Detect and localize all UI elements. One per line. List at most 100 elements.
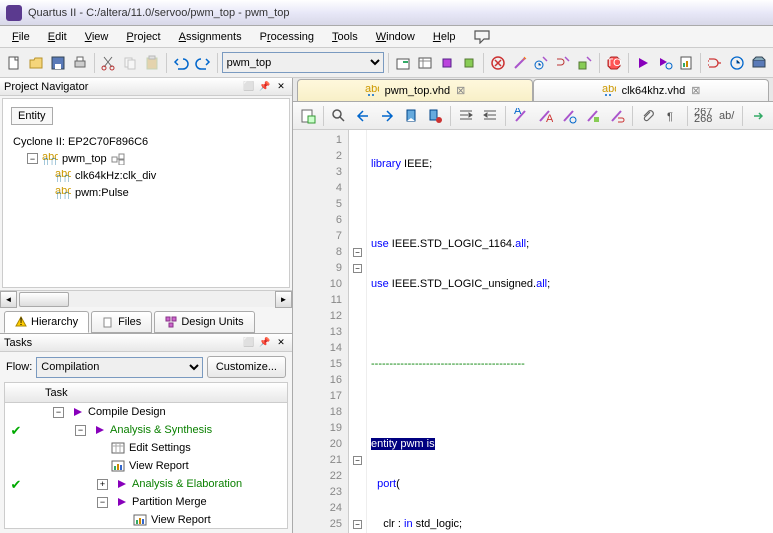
menu-view[interactable]: View [77,29,117,45]
module-select[interactable]: pwm_top [222,52,385,73]
instance-icon [111,153,125,165]
analyze-icon[interactable] [558,105,580,127]
tab-files[interactable]: Files [91,311,152,333]
tree-row[interactable]: abd⎍⎍ pwm:Pulse [13,184,285,201]
scroll-left-icon[interactable]: ◄ [0,291,17,308]
clock-wand-icon[interactable] [531,52,551,74]
close-tab-icon[interactable]: ⊠ [691,84,700,97]
code-content[interactable]: library IEEE; use IEEE.STD_LOGIC_1164.al… [367,130,773,533]
play-icon[interactable] [633,52,653,74]
customize-button[interactable]: Customize... [207,356,286,378]
tree-row[interactable]: − abd⎍⎍ pwm_top [13,150,285,167]
comment-icon[interactable]: A [510,105,532,127]
task-row[interactable]: −Compile Design [5,403,287,421]
remove-icon[interactable] [488,52,508,74]
clock-icon[interactable] [727,52,747,74]
indent-left-icon[interactable] [455,105,477,127]
play-time-icon[interactable] [655,52,675,74]
uncomment-icon[interactable]: A [534,105,556,127]
bookmark-toggle-icon[interactable] [400,105,422,127]
redo-icon[interactable] [193,52,213,74]
report-icon[interactable] [677,52,697,74]
settings-grid-icon [111,442,125,454]
print-icon[interactable] [70,52,90,74]
warning-icon: ! [15,316,27,328]
pin-icon[interactable]: 📌 [258,80,272,94]
svg-text:⎍⎍: ⎍⎍ [55,174,71,182]
pin-planner-icon[interactable] [437,52,457,74]
nav-scrollbar[interactable]: ◄ ► [0,290,292,307]
code-editor[interactable]: 1234567891011121314151617181920212223242… [293,130,773,533]
close-panel-icon[interactable]: ✕ [274,336,288,350]
menu-assignments[interactable]: Assignments [171,29,250,45]
tree-device-row[interactable]: Cyclone II: EP2C70F896C6 [13,133,285,150]
fold-column[interactable]: − − − − [349,130,367,533]
close-panel-icon[interactable]: ✕ [274,80,288,94]
bookmark-clear-icon[interactable] [424,105,446,127]
menu-help[interactable]: Help [425,29,464,45]
svg-text:STOP: STOP [606,57,622,69]
float-icon[interactable]: ⬜ [242,80,256,94]
abc-icon: abd⎍⎍ [55,187,71,199]
menu-tools[interactable]: Tools [324,29,366,45]
menubar: File Edit View Project Assignments Proce… [0,26,773,48]
svg-text:A: A [514,108,522,117]
menu-edit[interactable]: Edit [40,29,75,45]
menu-window[interactable]: Window [368,29,423,45]
synth-icon[interactable] [606,105,628,127]
assignments-icon[interactable] [415,52,435,74]
ab-icon[interactable]: ab/ [716,105,738,127]
menu-project[interactable]: Project [118,29,168,45]
pin-icon[interactable]: 📌 [258,336,272,350]
save-icon[interactable] [48,52,68,74]
open-icon[interactable] [26,52,46,74]
tree-node-label: clk64kHz:clk_div [75,170,156,182]
settings-icon[interactable] [393,52,413,74]
stop-icon[interactable]: STOP [604,52,624,74]
wand-icon[interactable] [510,52,530,74]
cut-icon[interactable] [98,52,118,74]
bookmark-next-icon[interactable] [376,105,398,127]
undo-icon[interactable] [171,52,191,74]
menu-processing[interactable]: Processing [252,29,322,45]
chip-icon[interactable] [459,52,479,74]
vhdl-icon: abd [602,85,616,97]
chip-wand-icon[interactable] [575,52,595,74]
task-row[interactable]: View Report [5,511,287,529]
gate-icon[interactable] [705,52,725,74]
scroll-thumb[interactable] [19,292,69,307]
menu-file[interactable]: File [4,29,38,45]
elaborate-icon[interactable] [582,105,604,127]
file-tabs: abd pwm_top.vhd ⊠ abd clk64khz.vhd ⊠ [293,78,773,102]
report-icon [133,514,147,526]
file-tab-pwm-top[interactable]: abd pwm_top.vhd ⊠ [297,79,533,101]
task-row[interactable]: Edit Settings [5,439,287,457]
task-row[interactable]: View Report [5,457,287,475]
task-row[interactable]: −Partition Merge [5,493,287,511]
attach-icon[interactable] [637,105,659,127]
insert-template-icon[interactable] [297,105,319,127]
tree-node-label: pwm:Pulse [75,187,129,199]
task-row[interactable]: ✔+Analysis & Elaboration [5,475,287,493]
find-icon[interactable] [328,105,350,127]
task-row[interactable]: ✔−Analysis & Synthesis [5,421,287,439]
programmer-icon[interactable] [749,52,769,74]
scroll-right-icon[interactable]: ► [275,291,292,308]
play-icon [72,406,84,418]
tab-hierarchy[interactable]: ! Hierarchy [4,311,89,333]
close-tab-icon[interactable]: ⊠ [456,84,465,97]
feedback-icon[interactable] [474,30,492,44]
whitespace-icon[interactable]: ¶ [661,105,683,127]
line-count-icon[interactable]: 267268 [692,105,714,127]
indent-right-icon[interactable] [479,105,501,127]
gate-wand-icon[interactable] [553,52,573,74]
new-file-icon[interactable] [4,52,24,74]
goto-icon[interactable] [747,105,769,127]
tree-collapse-icon[interactable]: − [27,153,38,164]
float-icon[interactable]: ⬜ [242,336,256,350]
tree-row[interactable]: abd⎍⎍ clk64kHz:clk_div [13,167,285,184]
file-tab-clk64khz[interactable]: abd clk64khz.vhd ⊠ [533,79,769,101]
tab-design-units[interactable]: Design Units [154,311,254,333]
flow-select[interactable]: Compilation [36,357,203,378]
bookmark-prev-icon[interactable] [352,105,374,127]
